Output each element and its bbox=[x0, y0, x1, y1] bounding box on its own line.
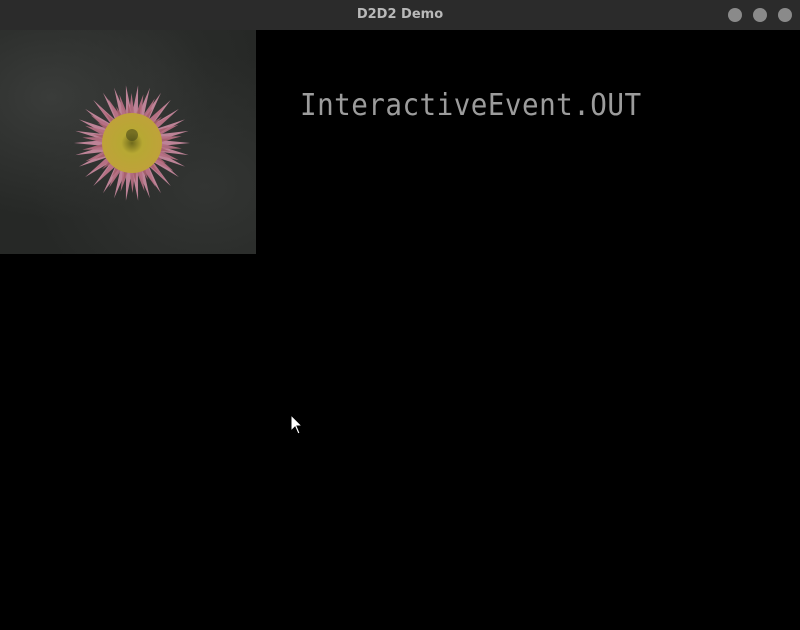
event-label: InteractiveEvent.OUT bbox=[300, 88, 642, 123]
minimize-icon[interactable] bbox=[728, 8, 742, 22]
flower-sprite[interactable] bbox=[0, 30, 256, 254]
window-controls bbox=[728, 8, 792, 22]
arrow-cursor-icon bbox=[290, 414, 304, 435]
flower-image bbox=[74, 85, 190, 201]
title-bar[interactable]: D2D2 Demo bbox=[0, 0, 800, 31]
close-icon[interactable] bbox=[778, 8, 792, 22]
maximize-icon[interactable] bbox=[753, 8, 767, 22]
flower-center bbox=[102, 113, 162, 173]
app-window: D2D2 Demo InteractiveEvent.OUT bbox=[0, 0, 800, 630]
flower-center-dot bbox=[126, 129, 138, 141]
render-canvas[interactable]: InteractiveEvent.OUT bbox=[0, 30, 800, 630]
window-title: D2D2 Demo bbox=[356, 7, 444, 22]
